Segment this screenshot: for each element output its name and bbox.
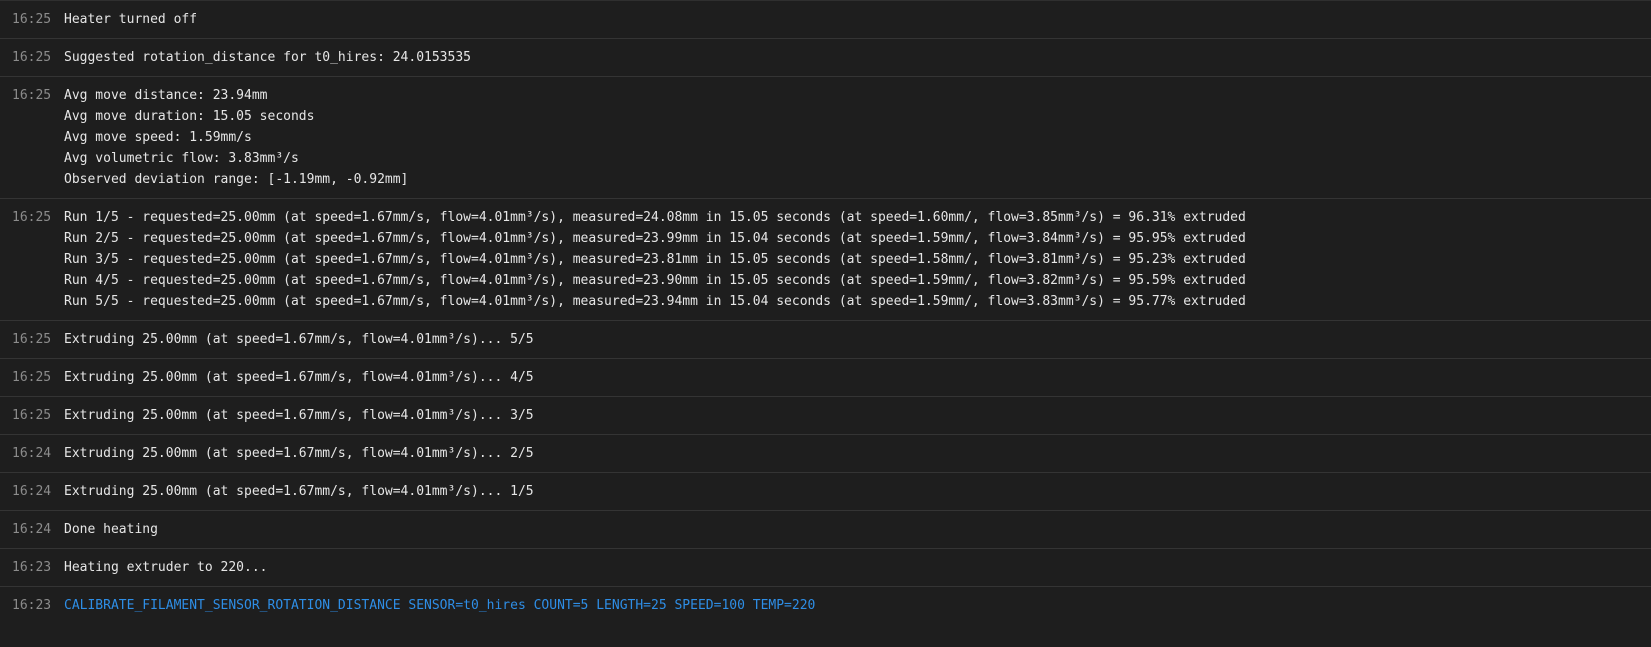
log-message-line: Observed deviation range: [-1.19mm, -0.9… [64,172,409,186]
log-message-line: Extruding 25.00mm (at speed=1.67mm/s, fl… [64,447,534,460]
log-message: Extruding 25.00mm (at speed=1.67mm/s, fl… [64,409,1651,422]
log-message: Extruding 25.00mm (at speed=1.67mm/s, fl… [64,371,1651,384]
log-message-line: Avg move speed: 1.59mm/s [64,130,252,145]
console-log-list[interactable]: 16:25 Heater turned off 16:25 Suggested rot… [0,1,1651,624]
log-message: Extruding 25.00mm (at speed=1.67mm/s, fl… [64,333,1651,346]
log-message-line: Extruding 25.00mm (at speed=1.67mm/s, fl… [64,333,534,346]
log-timestamp: 16:24 [12,484,52,499]
log-message-line: Avg move distance: 23.94mm [64,89,268,103]
console-log-entry: 16:25 Extruding 25.00mm (at speed=1.67mm/… [0,321,1651,359]
log-message-line: Extruding 25.00mm (at speed=1.67mm/s, fl… [64,409,534,422]
log-message: Done heating [64,523,1651,536]
log-message-line: Run 5/5 - requested=25.00mm (at speed=1.… [64,294,1246,308]
log-message-line: Run 1/5 - requested=25.00mm (at speed=1.… [64,211,1246,225]
log-message-line: Extruding 25.00mm (at speed=1.67mm/s, fl… [64,371,534,384]
console-log-entry: 16:25 Heater turned off [0,1,1651,39]
log-timestamp: 16:25 [12,50,52,65]
console-log-panel: 16:25 Heater turned off 16:25 Suggested rot… [0,0,1651,647]
console-log-entry: 16:23 Heating extruder to 220... [0,549,1651,587]
log-message: Extruding 25.00mm (at speed=1.67mm/s, fl… [64,447,1651,460]
console-log-entry: 16:24 Done heating [0,511,1651,549]
log-message-line: Avg move duration: 15.05 seconds [64,109,315,124]
console-command-entry: 16:23 CALIBRATE_FILAMENT_SENSOR_ROTATION_… [0,587,1651,624]
log-message-line: Avg volumetric flow: 3.83mm³/s [64,151,299,166]
console-log-entry: 16:24 Extruding 25.00mm (at speed=1.67mm/… [0,473,1651,511]
console-log-entry: 16:25 Suggested rotation_distance for t0_… [0,39,1651,77]
log-timestamp: 16:23 [12,560,52,575]
log-message-line: Run 2/5 - requested=25.00mm (at speed=1.… [64,231,1246,246]
log-timestamp: 16:25 [12,408,52,423]
log-message: Suggested rotation_distance for t0_hires… [64,51,1651,64]
console-log-entry: 16:25 Extruding 25.00mm (at speed=1.67mm/… [0,359,1651,397]
log-timestamp: 16:23 [12,598,52,613]
console-log-entry: 16:25 Avg move distance: 23.94mm Avg move … [0,77,1651,199]
log-timestamp: 16:25 [12,88,52,103]
log-message-line: Run 3/5 - requested=25.00mm (at speed=1.… [64,252,1246,267]
log-message-line: Suggested rotation_distance for t0_hires… [64,51,471,64]
log-message: Run 1/5 - requested=25.00mm (at speed=1.… [64,211,1651,308]
log-message-line: Extruding 25.00mm (at speed=1.67mm/s, fl… [64,485,534,498]
console-log-entry: 16:24 Extruding 25.00mm (at speed=1.67mm/… [0,435,1651,473]
log-message: Extruding 25.00mm (at speed=1.67mm/s, fl… [64,485,1651,498]
log-message: Avg move distance: 23.94mm Avg move durat… [64,89,1651,186]
log-message-line: Run 4/5 - requested=25.00mm (at speed=1.… [64,273,1246,288]
log-message-line: Done heating [64,523,158,536]
log-timestamp: 16:25 [12,12,52,27]
console-log-entry: 16:25 Extruding 25.00mm (at speed=1.67mm/… [0,397,1651,435]
console-log-entry: 16:25 Run 1/5 - requested=25.00mm (at spe… [0,199,1651,321]
log-message: Heating extruder to 220... [64,561,1651,574]
log-message: Heater turned off [64,13,1651,26]
log-message: CALIBRATE_FILAMENT_SENSOR_ROTATION_DISTA… [64,599,1651,612]
log-timestamp: 16:25 [12,210,52,225]
log-timestamp: 16:24 [12,522,52,537]
log-message-line: Heater turned off [64,13,198,26]
log-message-line: Heating extruder to 220... [64,561,268,574]
log-timestamp: 16:25 [12,332,52,347]
log-timestamp: 16:25 [12,370,52,385]
log-timestamp: 16:24 [12,446,52,461]
gcode-command-link[interactable]: CALIBRATE_FILAMENT_SENSOR_ROTATION_DISTA… [64,599,1651,612]
